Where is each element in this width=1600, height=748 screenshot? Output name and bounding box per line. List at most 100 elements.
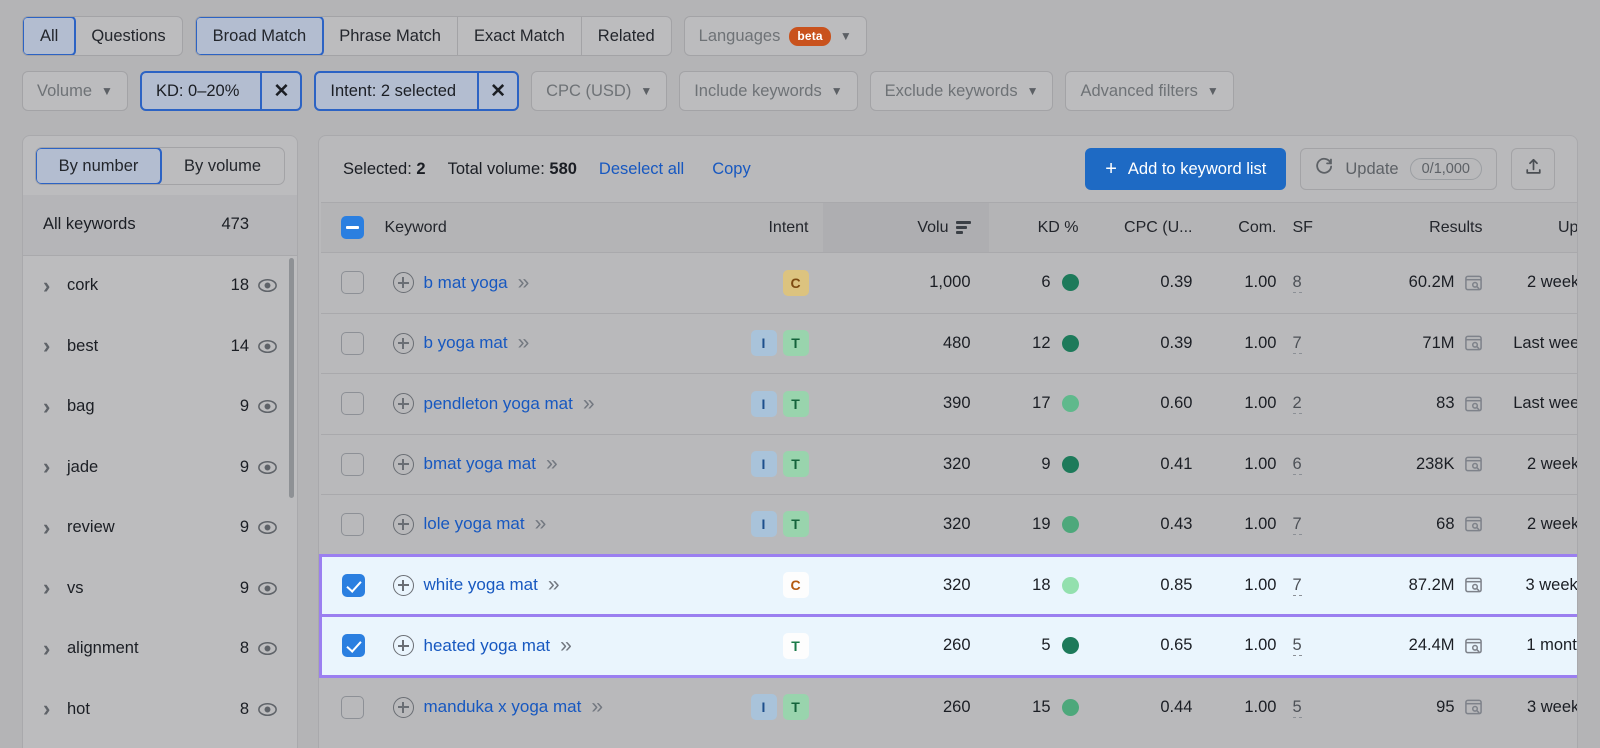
serp-icon[interactable] <box>1464 274 1483 292</box>
include-keywords-filter[interactable]: Include keywords <box>679 71 858 111</box>
sidebar-toggle-by-number[interactable]: By number <box>36 148 162 184</box>
row-checkbox[interactable] <box>341 452 364 476</box>
row-checkbox[interactable] <box>341 573 365 597</box>
sf-value[interactable]: 5 <box>1292 697 1302 718</box>
serp-icon[interactable] <box>1464 698 1483 716</box>
add-keyword-icon[interactable] <box>392 393 414 415</box>
table-row[interactable]: pendleton yoga matIT390170.601.00283Last… <box>320 373 1577 434</box>
add-keyword-icon[interactable] <box>392 513 414 535</box>
chevron-right-icon[interactable] <box>43 394 67 420</box>
serp-icon[interactable] <box>1464 455 1483 473</box>
eye-icon[interactable] <box>249 698 279 721</box>
keyword-link[interactable]: manduka x yoga mat <box>424 697 582 717</box>
keyword-link[interactable]: lole yoga mat <box>424 514 525 534</box>
expand-keyword-icon[interactable] <box>518 271 529 295</box>
sidebar-item-jade[interactable]: jade 9 <box>23 437 297 498</box>
keyword-link[interactable]: pendleton yoga mat <box>424 394 573 414</box>
intent-badge-T[interactable]: T <box>782 390 809 417</box>
add-keyword-icon[interactable] <box>392 332 414 354</box>
exclude-keywords-filter[interactable]: Exclude keywords <box>869 71 1054 111</box>
keyword-link[interactable]: white yoga mat <box>424 575 538 595</box>
keyword-link[interactable]: b mat yoga <box>424 273 508 293</box>
column-header-results[interactable]: Results <box>1340 202 1491 253</box>
filter-questions[interactable]: Questions <box>75 17 181 55</box>
sidebar-item-vs[interactable]: vs 9 <box>23 558 297 619</box>
intent-badge-T[interactable]: T <box>782 694 809 720</box>
deselect-all-link[interactable]: Deselect all <box>599 160 684 179</box>
eye-icon[interactable] <box>249 274 279 297</box>
sf-value[interactable]: 5 <box>1292 636 1302 657</box>
filter-phrase-match[interactable]: Phrase Match <box>323 17 458 55</box>
chevron-right-icon[interactable] <box>43 636 67 662</box>
sidebar-item-bag[interactable]: bag 9 <box>23 377 297 438</box>
serp-icon[interactable] <box>1464 515 1483 533</box>
eye-icon[interactable] <box>249 335 279 358</box>
sidebar-item-review[interactable]: review 9 <box>23 498 297 559</box>
column-header-intent[interactable]: Intent <box>732 202 823 253</box>
intent-badge-C[interactable]: C <box>782 572 809 599</box>
eye-icon[interactable] <box>249 637 279 660</box>
filter-broad-match[interactable]: Broad Match <box>195 17 325 55</box>
cpc-filter[interactable]: CPC (USD) <box>531 71 668 111</box>
row-checkbox[interactable] <box>341 512 364 536</box>
copy-link[interactable]: Copy <box>712 160 751 179</box>
sf-value[interactable]: 8 <box>1292 273 1302 294</box>
sf-value[interactable]: 7 <box>1292 575 1302 596</box>
table-row[interactable]: bmat yoga matIT32090.411.006238K2 weeks <box>320 433 1577 495</box>
keyword-link[interactable]: b yoga mat <box>424 333 508 353</box>
languages-dropdown[interactable]: Languages beta <box>683 16 867 56</box>
row-checkbox[interactable] <box>341 634 365 658</box>
column-header-sf[interactable]: SF <box>1276 202 1341 253</box>
table-row[interactable]: manduka x yoga matIT260150.441.005953 we… <box>320 675 1577 737</box>
sf-value[interactable]: 2 <box>1292 394 1302 415</box>
expand-keyword-icon[interactable] <box>535 512 546 536</box>
add-to-keyword-list-button[interactable]: + Add to keyword list <box>1085 148 1287 190</box>
serp-icon[interactable] <box>1464 334 1483 352</box>
advanced-filters[interactable]: Advanced filters <box>1065 71 1234 111</box>
add-keyword-icon[interactable] <box>392 272 414 294</box>
volume-filter[interactable]: Volume <box>22 71 128 111</box>
sf-value[interactable]: 7 <box>1292 333 1302 354</box>
intent-badge-T[interactable]: T <box>782 330 809 357</box>
intent-badge-I[interactable]: I <box>750 330 777 357</box>
filter-related[interactable]: Related <box>582 17 671 55</box>
filter-exact-match[interactable]: Exact Match <box>458 17 582 55</box>
column-header-updated[interactable]: Updated <box>1490 202 1577 253</box>
sidebar-item-best[interactable]: best 14 <box>23 316 297 377</box>
eye-icon[interactable] <box>249 395 279 418</box>
chevron-right-icon[interactable] <box>43 696 67 722</box>
expand-keyword-icon[interactable] <box>583 392 594 416</box>
sf-value[interactable]: 7 <box>1292 514 1302 535</box>
intent-filter-clear-icon[interactable]: ✕ <box>477 73 517 109</box>
intent-badge-I[interactable]: I <box>750 511 777 538</box>
row-checkbox[interactable] <box>341 392 364 416</box>
keyword-link[interactable]: heated yoga mat <box>424 636 551 656</box>
eye-icon[interactable] <box>249 516 279 539</box>
row-checkbox[interactable] <box>341 271 364 295</box>
filter-all[interactable]: All <box>22 17 77 55</box>
eye-icon[interactable] <box>249 577 279 600</box>
chevron-right-icon[interactable] <box>43 454 67 480</box>
serp-icon[interactable] <box>1464 576 1483 594</box>
kd-filter-clear-icon[interactable]: ✕ <box>260 73 300 109</box>
intent-badge-I[interactable]: I <box>750 451 777 478</box>
add-keyword-icon[interactable] <box>392 696 414 718</box>
expand-keyword-icon[interactable] <box>518 331 529 355</box>
chevron-right-icon[interactable] <box>43 333 67 359</box>
table-row[interactable]: white yoga mat C 320 18 0.851.00 7 87.2M 3 week… <box>319 553 1577 617</box>
table-row[interactable]: b mat yoga C 1,000 6 0.391.00 8 60.2M 2 weeks <box>320 252 1577 313</box>
column-header-kd[interactable]: KD % <box>988 202 1089 253</box>
column-header-volume[interactable]: Volu <box>822 202 989 253</box>
chevron-right-icon[interactable] <box>43 515 67 541</box>
table-row[interactable]: heated yoga mat T 260 5 0.651.00 5 24.4M 1 mont… <box>319 614 1577 678</box>
sidebar-item-hot[interactable]: hot 8 <box>23 679 297 740</box>
expand-keyword-icon[interactable] <box>546 452 557 476</box>
sidebar-toggle-by-volume[interactable]: By volume <box>161 148 284 184</box>
row-checkbox[interactable] <box>341 695 364 719</box>
row-checkbox[interactable] <box>341 331 364 355</box>
sidebar-item-alignment[interactable]: alignment 8 <box>23 619 297 680</box>
column-header-keyword[interactable]: Keyword <box>384 202 733 253</box>
sidebar-scrollbar[interactable] <box>289 258 294 498</box>
chevron-right-icon[interactable] <box>43 273 67 299</box>
intent-filter[interactable]: Intent: 2 selected ✕ <box>314 71 520 111</box>
